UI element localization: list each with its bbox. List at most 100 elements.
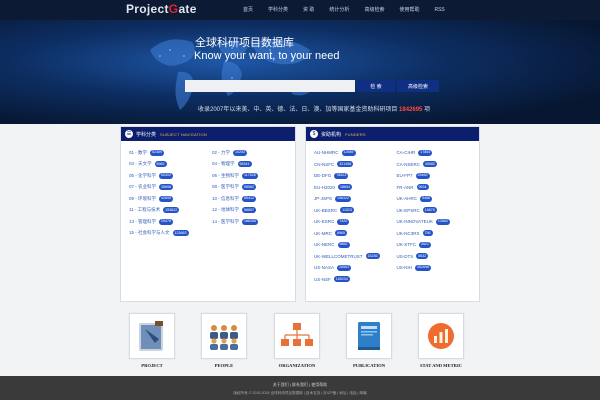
list-item[interactable]: UK-MRC 8965 [314,228,389,240]
search-input[interactable] [185,80,355,92]
count-badge: 35698 [159,184,174,191]
list-item[interactable]: 06 - 生物科学 117528 [212,170,287,182]
list-item[interactable]: 07 - 农业科学 35698 [129,182,204,194]
site-logo[interactable]: ProjectGate [126,2,197,16]
list-item-label[interactable]: 06 - 生物科学 [212,173,239,179]
list-item[interactable]: UK-NERC 9852 [314,239,389,251]
panel-title-en: SUBJECT NAVIGATION [160,131,207,137]
logo-text-right: ate [178,2,197,16]
list-item[interactable]: FR-ANR 9634 [397,182,472,194]
organization-tile[interactable] [274,313,320,359]
list-item[interactable]: EU-H2020 18654 [314,182,389,194]
list-item[interactable]: 01 - 数学 52369 [129,147,204,159]
list-item-label[interactable]: 04 - 物理学 [212,161,235,167]
list-item-label[interactable]: UK-MRC [314,231,332,236]
stat-tile[interactable] [418,313,464,359]
list-item-label[interactable]: 09 - 环境科学 [129,196,156,202]
list-item-label[interactable]: UK-STFC [397,242,417,247]
list-item[interactable]: DE-DFG 78523 [314,170,389,182]
list-item[interactable]: US-DTS 5632 [397,251,472,263]
list-item-label[interactable]: US-DTS [397,254,414,259]
list-item[interactable]: CA-NSERC 45982 [397,159,472,171]
list-item[interactable]: 05 - 化学科学 65302 [129,170,204,182]
list-item-label[interactable]: 11 - 工程与技术 [129,207,160,213]
list-item[interactable]: UK-BBSRC 11523 [314,205,389,217]
list-item-label[interactable]: 10 - 信息科学 [212,196,239,202]
list-item[interactable]: 02 - 力学 10253 [212,147,287,159]
list-item-label[interactable]: US-NSF [314,277,331,282]
nav-subjects[interactable]: 学科分类 [268,0,288,20]
list-item[interactable]: 15 - 社会科学与人文 123663 [129,228,204,240]
list-item-label[interactable]: UK-BBSRC [314,208,337,213]
list-item[interactable]: UK-STFC 4521 [397,239,472,251]
list-item-label[interactable]: 14 - 医学科学 [212,219,239,225]
list-item[interactable]: 13 - 管理科学 25478 [129,216,204,228]
list-item-label[interactable]: UK-NERC [314,242,335,247]
footer-links[interactable]: 关于我们 | 联系我们 | 使用帮助 [0,382,600,388]
list-item[interactable]: JP-JSPS 156322 [314,193,389,205]
list-item[interactable]: 04 - 物理学 96341 [212,159,287,171]
nav-help[interactable]: 使用帮助 [399,0,419,20]
list-item[interactable]: 09 - 环境科学 42695 [129,193,204,205]
list-item[interactable]: UK-INNOVATEUK 13562 [397,216,472,228]
count-badge: 11523 [340,207,354,214]
nav-advanced-search[interactable]: 高级检索 [364,0,384,20]
list-item-label[interactable]: UK-INNOVATEUK [397,219,433,224]
list-item-label[interactable]: 05 - 化学科学 [129,173,156,179]
list-item[interactable]: CN-NSFC 321456 [314,159,389,171]
list-item-label[interactable]: CA-NSERC [397,162,421,167]
list-item[interactable]: AU-NHMRC 12589 [314,147,389,159]
list-item-label[interactable]: AU-NHMRC [314,150,339,155]
nav-statistics[interactable]: 统计分析 [329,0,349,20]
list-item[interactable]: UK-ESRC 7520 [314,216,389,228]
list-item-label[interactable]: US-NIH [397,265,413,270]
list-item-label[interactable]: 15 - 社会科学与人文 [129,230,170,236]
list-item-label[interactable]: CA-CIHR [397,150,416,155]
list-item-label[interactable]: FR-ANR [397,185,414,190]
list-item[interactable]: UK-EPSRC 16875 [397,205,472,217]
list-item-label[interactable]: 08 - 医学科学 [212,184,239,190]
list-item[interactable]: UK-NC3RS 756 [397,228,472,240]
nav-home[interactable]: 首页 [243,0,253,20]
advanced-search-button[interactable]: 高级检索 [397,80,439,92]
list-item[interactable]: 08 - 医学科学 98562 [212,182,287,194]
list-item-label[interactable]: 03 - 天文学 [129,161,152,167]
list-item[interactable]: 10 - 信息科学 85412 [212,193,287,205]
list-item[interactable]: EU-FP7 25469 [397,170,472,182]
list-item-label[interactable]: EU-H2020 [314,185,335,190]
list-item-label[interactable]: 13 - 管理科学 [129,219,156,225]
list-item-label[interactable]: DE-DFG [314,173,331,178]
list-item-label[interactable]: 07 - 农业科学 [129,184,156,190]
list-item-label[interactable]: 01 - 数学 [129,150,147,156]
count-badge: 15236 [365,253,380,260]
list-item-label[interactable]: JP-JSPS [314,196,332,201]
list-item-label[interactable]: 12 - 地球科学 [212,207,239,213]
list-item[interactable]: US-NASA 28563 [314,262,389,274]
list-item-label[interactable]: EU-FP7 [397,173,413,178]
list-item[interactable]: UK-AHRC 5486 [397,193,472,205]
list-item[interactable]: CA-CIHR 17854 [397,147,472,159]
count-badge: 5486 [420,195,433,202]
list-item-label[interactable]: 02 - 力学 [212,150,230,156]
list-item[interactable]: UK-WELLCOMETRUST 15236 [314,251,389,263]
publication-tile[interactable] [346,313,392,359]
list-item[interactable]: US-NIH 452698 [397,262,472,274]
nav-rss[interactable]: RSS [434,0,444,20]
list-item[interactable]: 12 - 地球科学 56897 [212,205,287,217]
list-item-label[interactable]: UK-WELLCOMETRUST [314,254,363,259]
list-item[interactable]: US-NSF 185234 [314,274,389,286]
list-item[interactable]: 03 - 天文学 8962 [129,159,204,171]
list-item[interactable]: 14 - 医学科学 186356 [212,216,287,228]
people-tile[interactable] [201,313,247,359]
list-item-label[interactable]: UK-AHRC [397,196,418,201]
list-item-label[interactable]: US-NASA [314,265,334,270]
search-button[interactable]: 检 索 [357,80,395,92]
list-item-label[interactable]: CN-NSFC [314,162,334,167]
list-item[interactable]: 11 - 工程与技术 153622 [129,205,204,217]
list-item-label[interactable]: UK-NC3RS [397,231,420,236]
list-item-label[interactable]: UK-EPSRC [397,208,420,213]
project-tile[interactable] [129,313,175,359]
nav-funding[interactable]: 资 助 [303,0,314,20]
list-item-label[interactable]: UK-ESRC [314,219,334,224]
count-badge: 9634 [416,184,429,191]
